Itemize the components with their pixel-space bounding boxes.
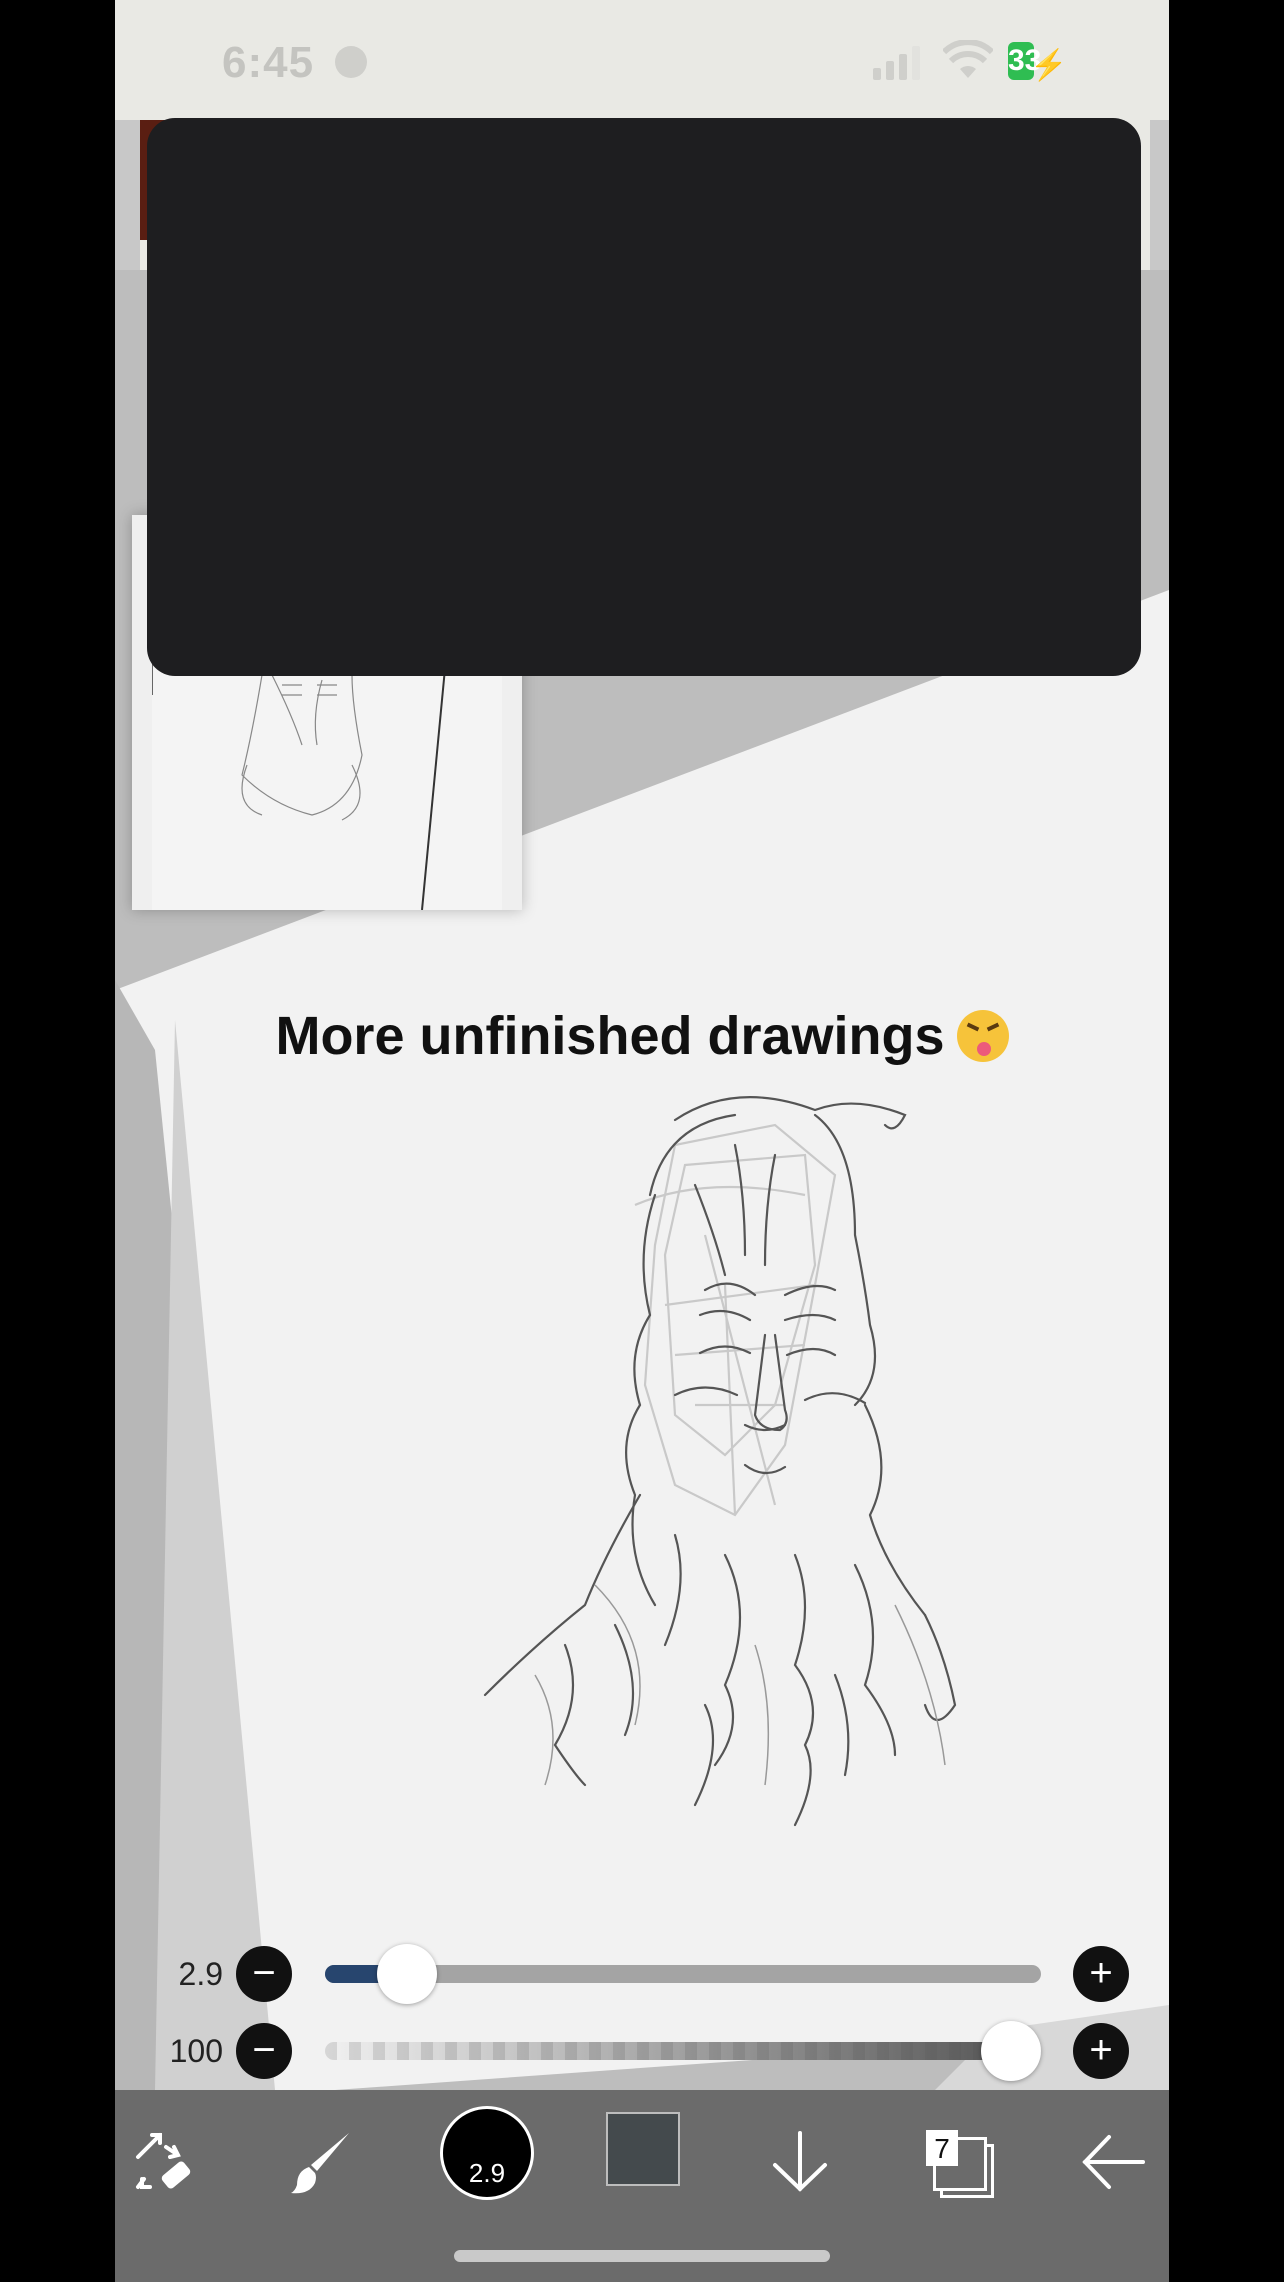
wifi-icon <box>943 40 993 78</box>
opacity-increase-button[interactable]: + <box>1073 2023 1129 2079</box>
status-time: 6:45 <box>222 38 315 87</box>
status-bar: 6:45 33 ⚡ <box>115 0 1169 120</box>
layers-count: 7 <box>926 2130 958 2166</box>
opacity-value: 100 <box>169 2033 223 2069</box>
download-button[interactable] <box>765 2112 835 2212</box>
back-button[interactable] <box>1079 2112 1149 2212</box>
opacity-slider: 100 − + <box>115 2021 1169 2081</box>
transform-icon <box>136 2133 191 2189</box>
brush-size-increase-button[interactable]: + <box>1073 1946 1129 2002</box>
download-icon <box>773 2131 827 2192</box>
brush-size-slider: 2.9 − + <box>115 1944 1169 2004</box>
transform-tool-button[interactable] <box>130 2112 200 2212</box>
sketch-drawing[interactable] <box>475 1085 1055 1835</box>
opacity-track[interactable] <box>325 2042 1041 2060</box>
opacity-decrease-button[interactable]: − <box>236 2023 292 2079</box>
brush-icon <box>291 2133 349 2194</box>
brush-size-knob[interactable] <box>377 1944 438 2004</box>
drawing-app: 6:45 33 ⚡ More unfinished drawings 2.9 −… <box>115 0 1169 2282</box>
battery-icon: 33 ⚡ <box>1008 42 1068 82</box>
brush-size-button-label: 2.9 <box>468 2158 506 2188</box>
brush-size-value: 2.9 <box>178 1956 223 1992</box>
canvas-title: More unfinished drawings <box>115 1005 1169 1067</box>
squinting-tongue-emoji-icon <box>956 1010 1009 1062</box>
color-picker-button[interactable] <box>606 2112 680 2186</box>
bottom-toolbar: 2.9 7 <box>115 2090 1169 2282</box>
charging-icon: ⚡ <box>1030 49 1068 82</box>
dark-overlay-panel <box>147 118 1141 676</box>
brush-size-decrease-button[interactable]: − <box>236 1946 292 2002</box>
back-arrow-icon <box>1082 2135 1145 2189</box>
opacity-knob[interactable] <box>981 2021 1041 2081</box>
brush-tool-button[interactable] <box>287 2112 357 2212</box>
home-indicator[interactable] <box>454 2250 830 2262</box>
canvas-title-text: More unfinished drawings <box>275 1006 945 1066</box>
status-emoji-icon <box>335 46 367 78</box>
layers-button[interactable]: 7 <box>923 2112 994 2212</box>
brush-size-button[interactable]: 2.9 <box>440 2106 534 2200</box>
signal-icon <box>873 46 920 80</box>
